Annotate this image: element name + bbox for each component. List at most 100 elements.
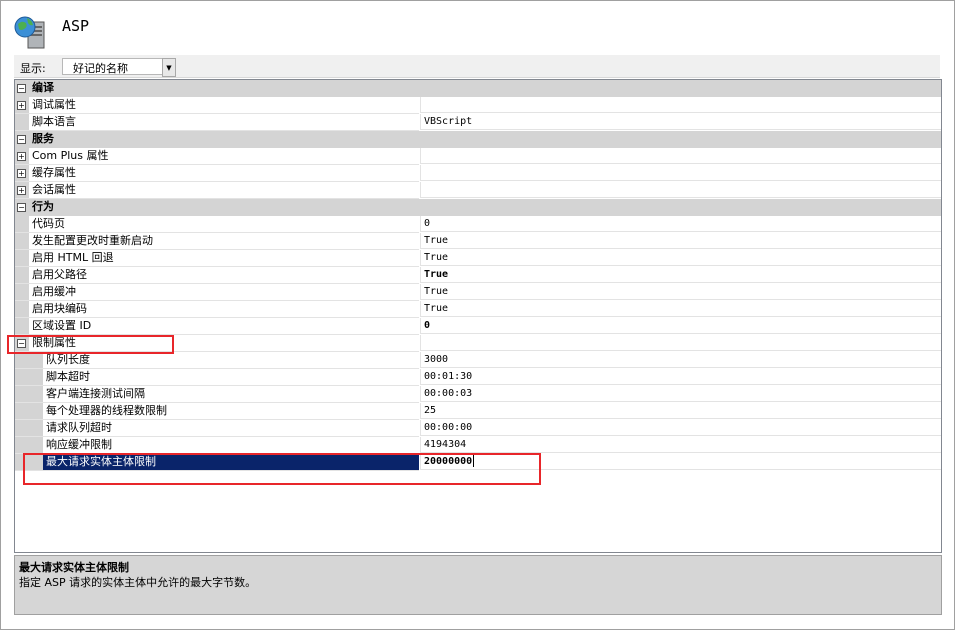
property-value-cell[interactable]: True <box>420 301 941 317</box>
property-value: 25 <box>424 405 437 416</box>
property-value-cell[interactable] <box>420 148 941 164</box>
property-name: 区域设置 ID <box>32 319 92 332</box>
property-value-cell[interactable]: True <box>420 250 941 266</box>
property-row[interactable]: 队列长度 3000 <box>15 352 941 369</box>
property-name-cell[interactable]: 启用 HTML 回退 <box>15 250 419 267</box>
property-row[interactable]: 发生配置更改时重新启动 True <box>15 233 941 250</box>
property-value-cell[interactable]: True <box>420 284 941 300</box>
property-row[interactable]: 启用块编码 True <box>15 301 941 318</box>
property-name-cell[interactable]: − 编译 <box>15 80 419 97</box>
highlight-box-limit-properties <box>7 335 174 354</box>
property-name-cell[interactable]: 脚本超时 <box>15 369 419 386</box>
property-name: 每个处理器的线程数限制 <box>46 404 167 417</box>
property-value-cell[interactable]: 3000 <box>420 352 941 368</box>
category-row[interactable]: − 行为 <box>15 199 941 216</box>
property-value: 4194304 <box>424 439 467 450</box>
property-name-cell[interactable]: + Com Plus 属性 <box>15 148 419 165</box>
property-name-cell[interactable]: 脚本语言 <box>15 114 419 131</box>
globe-server-icon <box>14 16 45 49</box>
property-name: 会话属性 <box>32 183 76 196</box>
display-dropdown[interactable]: 好记的名称 ▼ <box>62 58 176 77</box>
property-value-cell[interactable]: 4194304 <box>420 437 941 453</box>
property-name-cell[interactable]: 每个处理器的线程数限制 <box>15 403 419 420</box>
chevron-down-icon[interactable]: ▼ <box>162 58 176 77</box>
display-label: 显示: <box>20 62 46 75</box>
property-value-cell[interactable]: 25 <box>420 403 941 419</box>
page-title: ASP <box>62 17 90 35</box>
property-row[interactable]: 区域设置 ID 0 <box>15 318 941 335</box>
description-text: 指定 ASP 请求的实体主体中允许的最大字节数。 <box>19 576 257 589</box>
property-name-cell[interactable]: + 调试属性 <box>15 97 419 114</box>
property-value: 00:01:30 <box>424 371 473 382</box>
property-row[interactable]: 启用 HTML 回退 True <box>15 250 941 267</box>
property-value-cell[interactable]: 0 <box>420 318 941 334</box>
expand-icon[interactable]: + <box>17 152 26 161</box>
display-dropdown-value: 好记的名称 <box>73 62 128 75</box>
property-value: True <box>424 286 449 297</box>
property-name-cell[interactable]: − 服务 <box>15 131 419 148</box>
property-name: 队列长度 <box>46 353 90 366</box>
property-value-cell[interactable] <box>420 335 941 351</box>
property-name-cell[interactable]: 启用父路径 <box>15 267 419 284</box>
property-value-cell[interactable]: 00:00:00 <box>420 420 941 436</box>
row-margin <box>15 420 29 436</box>
property-name-cell[interactable]: − 行为 <box>15 199 419 216</box>
property-value: 00:00:00 <box>424 422 473 433</box>
property-name-cell[interactable]: 区域设置 ID <box>15 318 419 335</box>
property-name: 发生配置更改时重新启动 <box>32 234 153 247</box>
property-row[interactable]: 脚本超时 00:01:30 <box>15 369 941 386</box>
property-value-cell[interactable] <box>420 165 941 181</box>
property-value: True <box>424 269 449 280</box>
expand-icon[interactable]: + <box>17 169 26 178</box>
property-row[interactable]: + 缓存属性 <box>15 165 941 182</box>
row-margin <box>15 267 29 283</box>
collapse-icon[interactable]: − <box>17 84 26 93</box>
property-value-cell[interactable]: 0 <box>420 216 941 232</box>
property-row[interactable]: 启用缓冲 True <box>15 284 941 301</box>
property-value: True <box>424 303 449 314</box>
category-row[interactable]: − 服务 <box>15 131 941 148</box>
collapse-icon[interactable]: − <box>17 203 26 212</box>
property-row[interactable]: 响应缓冲限制 4194304 <box>15 437 941 454</box>
property-row[interactable]: 请求队列超时 00:00:00 <box>15 420 941 437</box>
property-value-cell[interactable] <box>420 97 941 113</box>
property-name-cell[interactable]: 发生配置更改时重新启动 <box>15 233 419 250</box>
property-name-cell[interactable]: 请求队列超时 <box>15 420 419 437</box>
expand-icon[interactable]: + <box>17 101 26 110</box>
property-value-cell[interactable] <box>420 182 941 198</box>
property-row[interactable]: + 调试属性 <box>15 97 941 114</box>
property-row[interactable]: 脚本语言 VBScript <box>15 114 941 131</box>
property-name: 启用父路径 <box>32 268 87 281</box>
property-value-cell[interactable]: VBScript <box>420 114 941 130</box>
property-name-cell[interactable]: + 会话属性 <box>15 182 419 199</box>
property-name-cell[interactable]: 响应缓冲限制 <box>15 437 419 454</box>
property-row[interactable]: 每个处理器的线程数限制 25 <box>15 403 941 420</box>
property-name-cell[interactable]: + 缓存属性 <box>15 165 419 182</box>
property-row[interactable]: + Com Plus 属性 <box>15 148 941 165</box>
row-indent <box>29 403 43 419</box>
property-row[interactable]: 代码页 0 <box>15 216 941 233</box>
collapse-icon[interactable]: − <box>17 135 26 144</box>
property-value-cell[interactable]: True <box>420 233 941 249</box>
property-name-cell[interactable]: 启用缓冲 <box>15 284 419 301</box>
property-row[interactable]: + 会话属性 <box>15 182 941 199</box>
property-row[interactable]: 客户端连接测试间隔 00:00:03 <box>15 386 941 403</box>
property-value-cell[interactable]: 00:01:30 <box>420 369 941 385</box>
property-name-cell[interactable]: 客户端连接测试间隔 <box>15 386 419 403</box>
property-name-cell[interactable]: 队列长度 <box>15 352 419 369</box>
property-name-cell[interactable]: 启用块编码 <box>15 301 419 318</box>
category-row[interactable]: − 编译 <box>15 80 941 97</box>
property-value-cell[interactable]: 00:00:03 <box>420 386 941 402</box>
row-indent <box>29 386 43 402</box>
display-toolbar: 显示: 好记的名称 ▼ <box>14 55 940 78</box>
property-value: 00:00:03 <box>424 388 473 399</box>
property-value: 0 <box>424 218 431 229</box>
property-value-cell[interactable]: True <box>420 267 941 283</box>
property-value-cell <box>420 199 941 215</box>
property-name-cell[interactable]: 代码页 <box>15 216 419 233</box>
row-indent <box>29 420 43 436</box>
property-name: 启用缓冲 <box>32 285 76 298</box>
property-name: 请求队列超时 <box>46 421 112 434</box>
property-row[interactable]: 启用父路径 True <box>15 267 941 284</box>
expand-icon[interactable]: + <box>17 186 26 195</box>
